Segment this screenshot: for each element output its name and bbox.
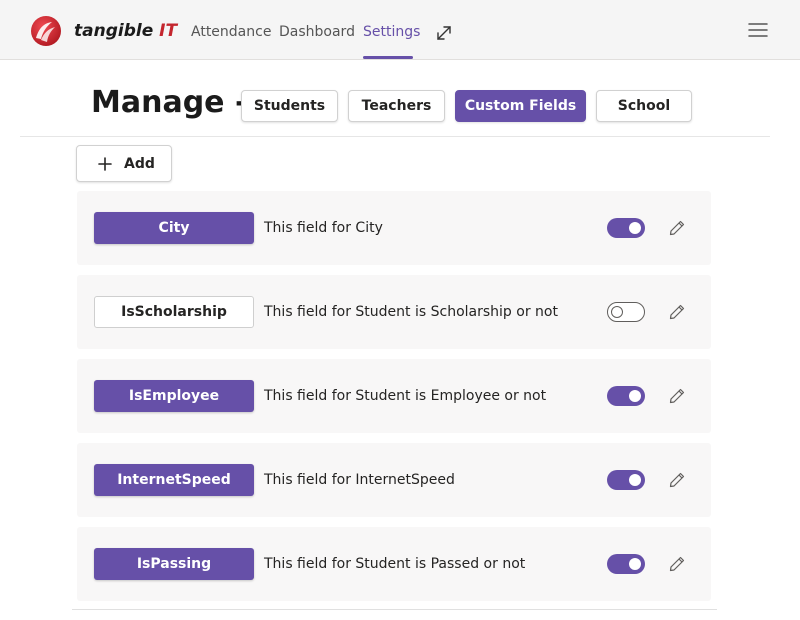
field-row-isemployee: IsEmployee This field for Student is Emp… — [77, 359, 711, 433]
field-toggle-city[interactable] — [607, 218, 645, 238]
tangible-logo-icon — [31, 16, 61, 46]
tab-attendance[interactable]: Attendance — [191, 23, 271, 41]
field-name-isemployee[interactable]: IsEmployee — [94, 380, 254, 412]
brand-name: tangible IT — [74, 21, 178, 41]
section-divider — [20, 136, 770, 137]
top-bar: tangible IT Attendance Dashboard Setting… — [0, 0, 800, 60]
hamburger-menu-icon[interactable] — [747, 21, 769, 39]
edit-pencil-icon[interactable] — [668, 555, 686, 573]
edit-pencil-icon[interactable] — [668, 219, 686, 237]
toggle-knob — [629, 390, 641, 402]
field-description: This field for Student is Employee or no… — [264, 388, 547, 404]
field-toggle-ispassing[interactable] — [607, 554, 645, 574]
toggle-knob — [629, 474, 641, 486]
manage-tab-custom-fields[interactable]: Custom Fields — [455, 90, 586, 122]
tab-settings[interactable]: Settings — [363, 23, 420, 41]
field-row-isscholarship: IsScholarship This field for Student is … — [77, 275, 711, 349]
add-button-label: Add — [124, 155, 155, 172]
field-row-city: City This field for City — [77, 191, 711, 265]
field-toggle-isemployee[interactable] — [607, 386, 645, 406]
toggle-knob — [629, 558, 641, 570]
add-field-button[interactable]: Add — [76, 145, 172, 182]
field-description: This field for Student is Scholarship or… — [264, 304, 558, 320]
edit-pencil-icon[interactable] — [668, 471, 686, 489]
field-description: This field for InternetSpeed — [264, 472, 455, 488]
field-description: This field for City — [264, 220, 383, 236]
manage-tab-teachers[interactable]: Teachers — [348, 90, 445, 122]
list-bottom-divider — [72, 609, 717, 610]
manage-tab-students[interactable]: Students — [241, 90, 338, 122]
field-toggle-internetspeed[interactable] — [607, 470, 645, 490]
field-toggle-isscholarship[interactable] — [607, 302, 645, 322]
field-row-internetspeed: InternetSpeed This field for InternetSpe… — [77, 443, 711, 517]
field-description: This field for Student is Passed or not — [264, 556, 526, 572]
edit-pencil-icon[interactable] — [668, 303, 686, 321]
field-row-ispassing: IsPassing This field for Student is Pass… — [77, 527, 711, 601]
edit-pencil-icon[interactable] — [668, 387, 686, 405]
toggle-knob — [611, 306, 623, 318]
plus-icon — [98, 156, 112, 171]
field-name-city[interactable]: City — [94, 212, 254, 244]
manage-tab-school[interactable]: School — [596, 90, 692, 122]
popout-icon[interactable] — [435, 24, 453, 42]
active-tab-indicator — [363, 56, 413, 59]
toggle-knob — [629, 222, 641, 234]
tab-dashboard[interactable]: Dashboard — [279, 23, 355, 41]
field-name-isscholarship[interactable]: IsScholarship — [94, 296, 254, 328]
field-name-ispassing[interactable]: IsPassing — [94, 548, 254, 580]
field-name-internetspeed[interactable]: InternetSpeed — [94, 464, 254, 496]
page-title: Manage - — [91, 85, 248, 120]
